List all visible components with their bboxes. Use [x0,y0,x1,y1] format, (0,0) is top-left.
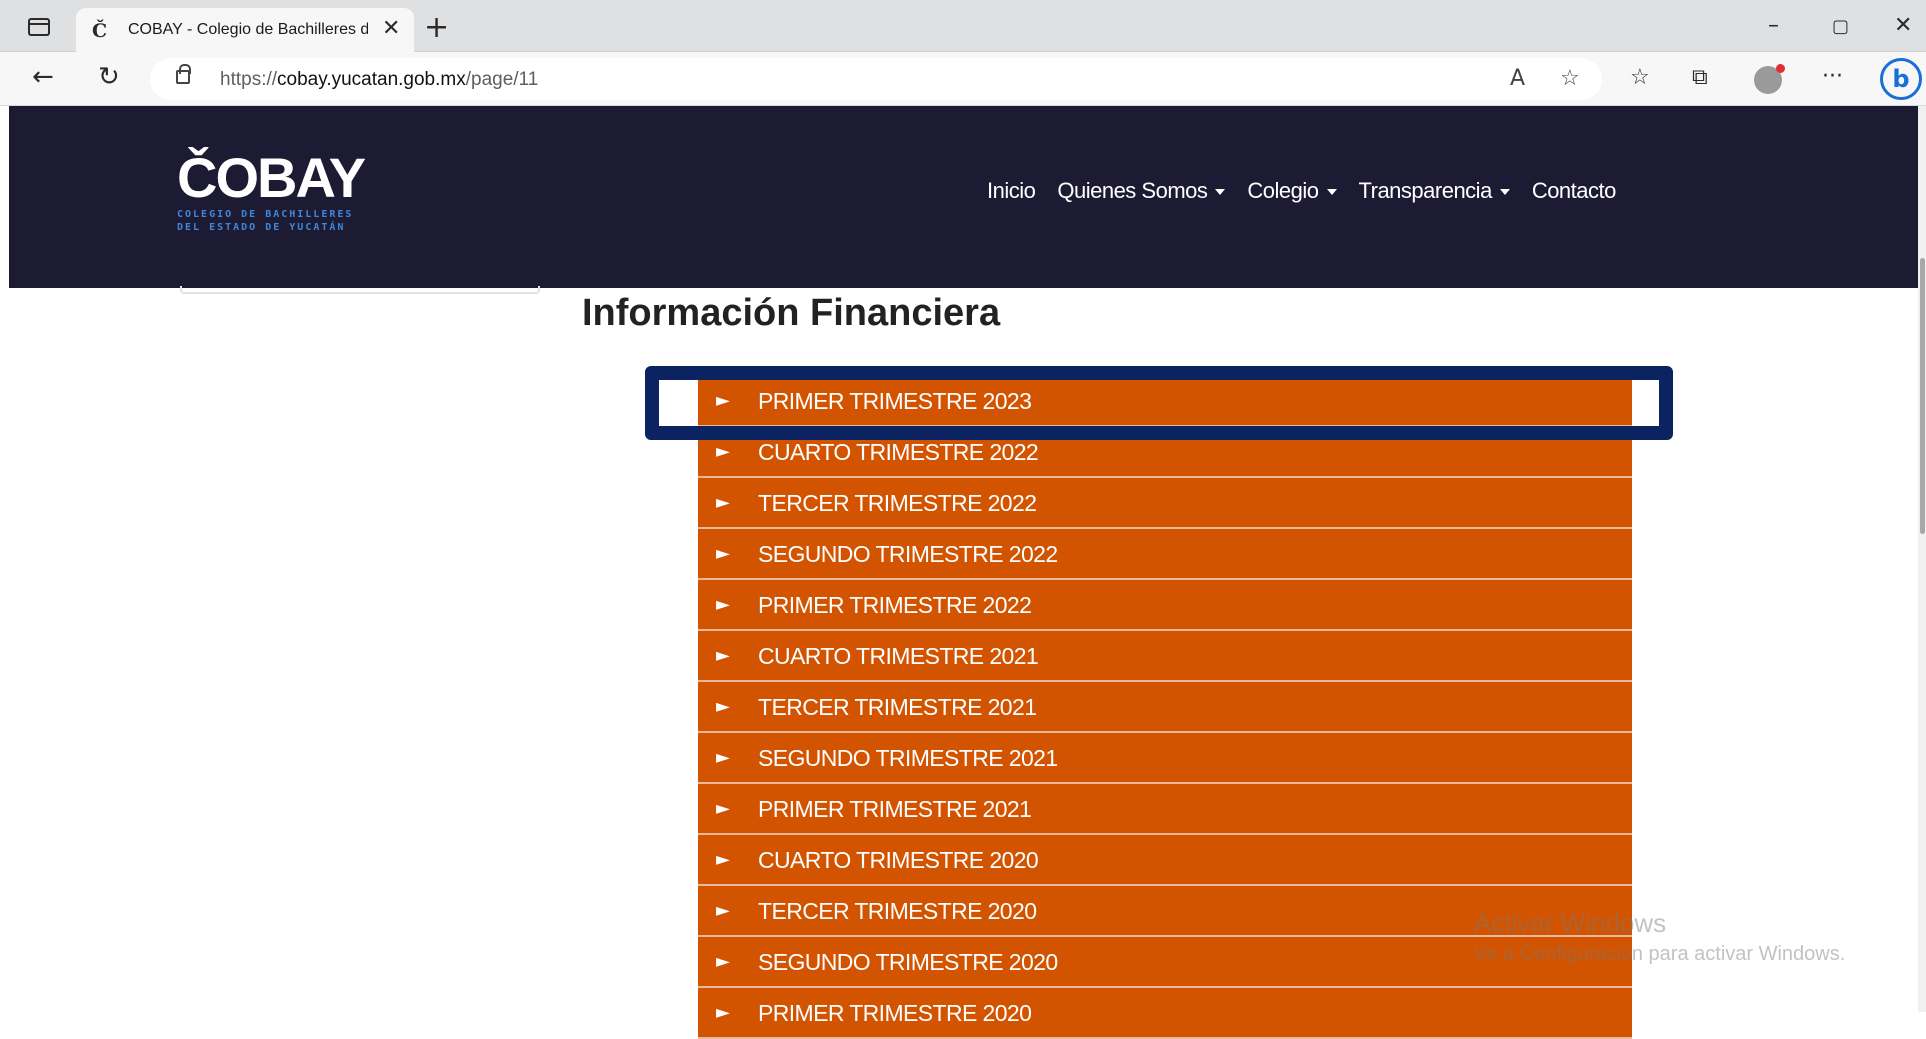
expand-arrow-icon: ► [716,543,730,564]
highlight-gap-left [659,380,698,426]
browser-tab[interactable]: Č COBAY - Colegio de Bachilleres de ✕ [76,8,414,52]
more-options-icon[interactable]: ··· [1822,64,1843,89]
browser-toolbar: ← ↻ https://cobay.yucatan.gob.mx/page/11… [0,52,1926,106]
accordion-item-label: SEGUNDO TRIMESTRE 2022 [758,541,1058,567]
expand-arrow-icon: ► [716,441,730,462]
menu-quienes-somos-label: Quienes Somos [1057,178,1208,203]
expand-arrow-icon: ► [716,594,730,615]
menu-quienes-somos[interactable]: Quienes Somos [1057,178,1226,204]
menu-colegio-label: Colegio [1247,178,1319,203]
highlight-box [645,366,1673,440]
address-bar[interactable]: https://cobay.yucatan.gob.mx/page/11 A ☆ [150,58,1602,100]
site-favicon-icon: Č [92,20,108,42]
tab-actions-icon[interactable] [28,18,50,36]
caret-down-icon [1215,189,1226,196]
minimize-button[interactable]: – [1768,13,1779,38]
site-header: ČOBAY COLEGIO DE BACHILLERES DEL ESTADO … [9,106,1919,288]
menu-transparencia[interactable]: Transparencia [1359,178,1510,204]
notification-dot [1776,64,1785,73]
accordion-item-label: CUARTO TRIMESTRE 2022 [758,439,1039,465]
accordion-item[interactable]: ► SEGUNDO TRIMESTRE 2021 [698,733,1632,784]
menu-transparencia-label: Transparencia [1358,178,1493,203]
read-aloud-icon[interactable]: A [1510,66,1525,91]
accordion-item[interactable]: ► CUARTO TRIMESTRE 2020 [698,835,1632,886]
accordion-item-label: PRIMER TRIMESTRE 2022 [758,592,1032,618]
accordion-item[interactable]: ► TERCER TRIMESTRE 2022 [698,478,1632,529]
menu-inicio[interactable]: Inicio [987,178,1036,204]
tab-title: COBAY - Colegio de Bachilleres de [128,21,368,38]
accordion-item-label: TERCER TRIMESTRE 2020 [758,898,1037,924]
expand-arrow-icon: ► [716,747,730,768]
scrollbar-thumb[interactable] [1920,258,1925,534]
url-scheme: https:// [220,69,278,90]
close-window-button[interactable]: ✕ [1894,13,1912,38]
logo-subtitle-2: DEL ESTADO DE YUCATÁN [177,222,346,233]
url-path: /page/11 [465,69,539,90]
menu-inicio-label: Inicio [987,178,1036,203]
caret-down-icon [1499,189,1510,196]
accordion-item[interactable]: ► CUARTO TRIMESTRE 2021 [698,631,1632,682]
cobay-logo[interactable]: ČOBAY COLEGIO DE BACHILLERES DEL ESTADO … [177,148,397,234]
accordion-item[interactable]: ► TERCER TRIMESTRE 2021 [698,682,1632,733]
expand-arrow-icon: ► [716,645,730,666]
accordion-item[interactable]: ► PRIMER TRIMESTRE 2021 [698,784,1632,835]
expand-arrow-icon: ► [716,1002,730,1023]
refresh-icon[interactable]: ↻ [98,62,120,92]
windows-activation-watermark: Activar Windows Ve a Configuración para … [1474,908,1845,966]
expand-arrow-icon: ► [716,492,730,513]
restore-button[interactable]: ▢ [1832,16,1849,37]
favorites-icon[interactable]: ☆ [1630,65,1650,90]
highlight-gap-right [1632,380,1659,426]
accordion-item[interactable]: ► PRIMER TRIMESTRE 2022 [698,580,1632,631]
bing-icon[interactable]: b [1880,58,1922,100]
url-host: cobay.yucatan.gob.mx [277,69,466,90]
url-text[interactable]: https://cobay.yucatan.gob.mx/page/11 [220,69,538,91]
watermark-line1: Activar Windows [1474,908,1667,938]
lock-icon[interactable] [176,64,191,84]
collections-icon[interactable]: ⧉ [1692,65,1708,90]
expand-arrow-icon: ► [716,849,730,870]
add-favorite-icon[interactable]: ☆ [1560,66,1580,91]
accordion-item-label: PRIMER TRIMESTRE 2021 [758,796,1032,822]
menu-contacto-label: Contacto [1531,178,1617,203]
expand-arrow-icon: ► [716,951,730,972]
back-arrow-icon[interactable]: ← [32,62,54,92]
accordion-item-label: TERCER TRIMESTRE 2021 [758,694,1037,720]
logo-word: ČOBAY [177,146,366,209]
main-menu: Inicio Quienes Somos Colegio Transparenc… [987,178,1616,204]
logo-subtitle-1: COLEGIO DE BACHILLERES [177,209,354,220]
browser-tab-bar: Č COBAY - Colegio de Bachilleres de ✕ + … [0,0,1926,52]
menu-colegio[interactable]: Colegio [1247,178,1337,204]
page-title: Información Financiera [582,292,1001,334]
close-tab-icon[interactable]: ✕ [382,16,400,41]
watermark-line2: Ve a Configuración para activar Windows. [1474,943,1846,965]
accordion-item-label: SEGUNDO TRIMESTRE 2020 [758,949,1058,975]
expand-arrow-icon: ► [716,900,730,921]
accordion-item-label: TERCER TRIMESTRE 2022 [758,490,1037,516]
accordion-item[interactable]: ► PRIMER TRIMESTRE 2020 [698,988,1632,1039]
accordion-item-label: CUARTO TRIMESTRE 2020 [758,847,1039,873]
accordion-item-label: CUARTO TRIMESTRE 2021 [758,643,1039,669]
sidebar-panel [180,286,540,294]
caret-down-icon [1326,189,1337,196]
page-scrollbar[interactable] [1918,106,1926,1012]
accordion-item-label: SEGUNDO TRIMESTRE 2021 [758,745,1058,771]
accordion-item[interactable]: ► SEGUNDO TRIMESTRE 2022 [698,529,1632,580]
expand-arrow-icon: ► [716,798,730,819]
new-tab-button[interactable]: + [424,10,449,45]
menu-contacto[interactable]: Contacto [1531,178,1617,204]
accordion-item-label: PRIMER TRIMESTRE 2020 [758,1000,1032,1026]
expand-arrow-icon: ► [716,696,730,717]
